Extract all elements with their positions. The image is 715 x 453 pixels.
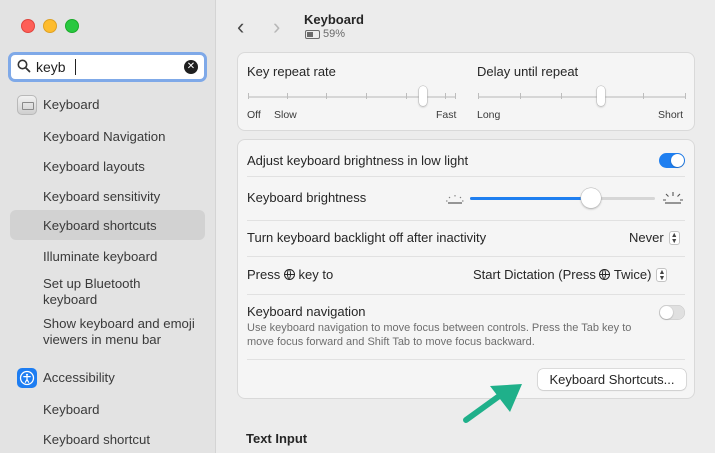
sidebar-item-label: Show keyboard and emoji viewers in menu … [43,316,195,347]
battery-status: 59% [305,28,345,40]
text-input-section-heading: Text Input [246,431,308,446]
keyboard-navigation-toggle[interactable] [659,305,685,320]
brightness-low-icon [446,195,464,204]
pointer-arrow-annotation [463,384,522,423]
key-repeat-off-label: Off [247,109,261,121]
sidebar-item-label: Keyboard [43,97,100,112]
sidebar-item-label: Keyboard Navigation [43,129,166,144]
globe-icon [599,269,611,280]
sidebar-item-keyboard-emoji-viewers[interactable]: Show keyboard and emoji viewers in menu … [10,314,205,348]
sidebar-item-keyboard-shortcut[interactable]: Keyboard shortcut [10,430,205,450]
main-content: ‹ › Keyboard 59% Key repeat rate Off Slo… [217,0,715,453]
sidebar-item-illuminate-keyboard[interactable]: Illuminate keyboard [10,247,205,267]
key-repeat-slider-thumb[interactable] [419,86,427,106]
press-key-text-post: key to [298,267,334,282]
delay-long-label: Long [477,109,501,121]
backlight-off-label: Turn keyboard backlight off after inacti… [247,230,487,245]
sidebar-item-keyboard-layouts[interactable]: Keyboard layouts [10,157,205,177]
key-repeat-fast-label: Fast [436,109,457,121]
globe-action-text-pre: Start Dictation (Press [473,267,596,282]
sidebar-item-label: Keyboard shortcuts [43,218,157,233]
sidebar-item-label: Keyboard layouts [43,159,145,174]
sidebar-item-label: Keyboard shortcut [43,432,151,447]
minimize-window-button[interactable] [43,19,57,33]
keyboard-icon [17,95,37,115]
globe-key-action-popup[interactable]: Start Dictation (Press Twice) ▲ ▼ [473,267,668,282]
press-key-text-pre: Press [247,267,281,282]
brightness-slider-thumb[interactable] [581,188,601,208]
delay-slider-thumb[interactable] [597,86,605,106]
key-repeat-panel: Key repeat rate Off Slow Fast Delay unti… [237,52,695,131]
zoom-window-button[interactable] [65,19,79,33]
sidebar-item-label: Keyboard sensitivity [43,189,161,204]
sidebar-item-keyboard[interactable]: Keyboard [10,95,205,115]
sidebar-item-keyboard-navigation[interactable]: Keyboard Navigation [10,127,205,147]
search-field[interactable]: keyb ✕ [8,52,207,82]
accessibility-icon [17,368,37,388]
globe-key-action-value: Start Dictation (Press Twice) [473,267,651,282]
sidebar-item-keyboard-shortcuts[interactable]: Keyboard shortcuts [10,210,205,240]
keyboard-shortcuts-button[interactable]: Keyboard Shortcuts... [538,369,686,390]
sidebar-item-label: Set up Bluetooth keyboard [43,276,141,307]
keyboard-brightness-label: Keyboard brightness [247,190,367,205]
globe-icon [283,269,295,280]
clear-search-icon[interactable]: ✕ [184,60,198,74]
key-repeat-slow-label: Slow [274,109,297,121]
sidebar-item-accessibility-keyboard[interactable]: Keyboard [10,400,205,420]
battery-percent: 59% [323,28,346,40]
delay-short-label: Short [658,109,684,121]
page-title: Keyboard [304,12,364,27]
delay-until-repeat-label: Delay until repeat [477,64,579,79]
sidebar-item-bluetooth-keyboard[interactable]: Set up Bluetooth keyboard [10,274,205,308]
sidebar-item-keyboard-sensitivity[interactable]: Keyboard sensitivity [10,187,205,207]
adjust-brightness-toggle[interactable] [659,153,685,168]
sidebar-item-accessibility[interactable]: Accessibility [10,368,205,388]
keyboard-navigation-label: Keyboard navigation [247,304,366,319]
popup-stepper-icon: ▲ ▼ [656,267,668,282]
text-cursor [75,59,76,75]
brightness-high-icon [663,192,683,204]
globe-action-text-post: Twice) [613,267,652,282]
press-globe-key-label: Press key to [247,267,333,282]
close-window-button[interactable] [21,19,35,33]
backlight-timeout-value: Never [629,230,664,245]
sidebar-item-label: Keyboard [43,402,100,417]
keyboard-settings-panel: Adjust keyboard brightness in low light … [237,139,695,399]
forward-button[interactable]: › [273,14,280,40]
key-repeat-label: Key repeat rate [247,64,336,79]
sidebar-item-label: Accessibility [43,370,115,385]
search-input[interactable]: keyb [36,59,66,75]
window-controls [21,19,79,33]
keyboard-navigation-description: Use keyboard navigation to move focus be… [247,322,632,348]
back-button[interactable]: ‹ [237,14,244,40]
sidebar-item-label: Illuminate keyboard [43,249,158,264]
battery-icon [305,29,320,39]
sidebar: keyb ✕ Keyboard Keyboard Navigation Keyb… [0,0,216,453]
search-icon [17,59,31,73]
adjust-brightness-label: Adjust keyboard brightness in low light [247,153,469,168]
backlight-timeout-popup[interactable]: Never ▲ ▼ [629,230,680,245]
popup-stepper-icon: ▲ ▼ [668,230,680,245]
